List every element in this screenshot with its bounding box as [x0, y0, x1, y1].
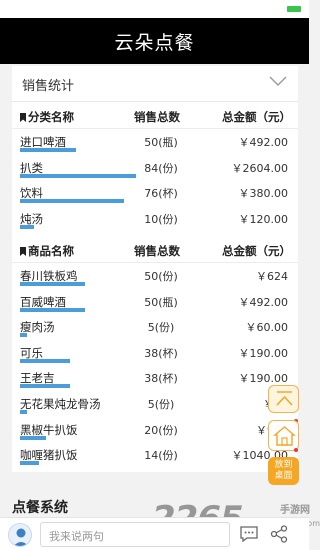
category-qty: 76(杯) — [144, 187, 178, 201]
category-amount: ￥120.00 — [238, 212, 289, 226]
product-qty: 50(瓶) — [144, 295, 178, 309]
product-share-bar — [20, 358, 70, 363]
category-qty: 50(瓶) — [144, 136, 178, 149]
app-title: 云朵点餐 — [114, 31, 195, 54]
product-table-header: 商品名称 销售总数 总金额（元） — [12, 237, 298, 263]
category-share-bar — [20, 148, 76, 152]
comment-placeholder: 我来说两句 — [49, 530, 104, 543]
product-share-bar — [20, 435, 46, 440]
product-row[interactable]: 王老吉 38(杯) ￥190.00 — [12, 367, 298, 392]
product-qty-heading: 销售总数 — [134, 244, 180, 258]
battery-icon — [287, 6, 301, 12]
product-qty: 5(份) — [147, 321, 175, 335]
category-qty: 10(份) — [144, 212, 178, 226]
product-row[interactable]: 瘦肉汤 5(份) ￥60.00 — [12, 316, 298, 341]
product-name-heading: 商品名称 — [20, 243, 74, 259]
product-share-bar — [20, 282, 85, 286]
product-amount: ￥60.00 — [245, 321, 289, 335]
category-share-bar — [20, 173, 136, 178]
product-amount: ￥492.00 — [238, 295, 289, 309]
product-row[interactable]: 春川铁板鸡 50(份) ￥624 — [12, 265, 298, 290]
category-amount-heading: 总金额（元） — [222, 110, 291, 124]
category-share-bar — [20, 199, 124, 204]
category-name-heading: 分类名称 — [20, 109, 74, 125]
category-amount: ￥380.00 — [238, 187, 289, 201]
category-row[interactable]: 进口啤酒 50(瓶) ￥492.00 — [12, 131, 298, 156]
product-amount: ￥190.00 — [238, 346, 289, 360]
home-button[interactable] — [268, 420, 299, 451]
comment-bar: 我来说两句 — [0, 517, 309, 550]
product-share-bar — [20, 410, 27, 414]
add-to-desktop-button[interactable]: 放到桌面 — [268, 457, 299, 485]
sales-stats-header[interactable]: 销售统计 — [12, 66, 298, 102]
product-qty: 38(杯) — [144, 346, 178, 360]
category-row[interactable]: 扒类 84(份) ￥2604.00 — [12, 157, 298, 182]
product-qty: 50(份) — [144, 270, 178, 283]
product-row[interactable]: 可乐 38(杯) ￥190.00 — [12, 342, 298, 367]
product-qty: 14(份) — [144, 449, 178, 463]
notification-dot — [294, 448, 298, 452]
status-bar — [0, 0, 309, 18]
watermark-name: 手游网 — [280, 505, 310, 516]
product-amount-heading: 总金额（元） — [222, 244, 291, 258]
category-qty: 84(份) — [144, 161, 178, 175]
app-header: 云朵点餐 — [0, 18, 309, 64]
avatar[interactable] — [8, 523, 32, 547]
category-qty-heading: 销售总数 — [134, 110, 180, 124]
chevron-down-icon[interactable] — [268, 74, 288, 88]
category-row[interactable]: 炖汤 10(份) ￥120.00 — [12, 208, 298, 233]
category-share-bar — [20, 224, 34, 229]
product-qty: 38(杯) — [144, 372, 178, 386]
bookmark-icon — [20, 113, 26, 122]
product-qty: 5(份) — [147, 398, 175, 411]
add-to-desktop-label: 放到桌面 — [274, 460, 293, 481]
back-to-top-button[interactable] — [268, 385, 299, 413]
product-share-bar — [20, 307, 85, 312]
category-amount: ￥492.00 — [238, 136, 289, 149]
product-row[interactable]: 无花果炖龙骨汤5(份)￥60 — [12, 393, 298, 418]
product-share-bar — [20, 333, 27, 338]
product-qty: 20(份) — [144, 423, 178, 437]
user-avatar-icon — [13, 528, 29, 546]
arrow-up-icon — [276, 391, 293, 406]
category-row[interactable]: 饮料 76(杯) ￥380.00 — [12, 182, 298, 207]
category-table-header: 分类名称 销售总数 总金额（元） — [12, 103, 298, 129]
product-amount: ￥624 — [256, 270, 288, 283]
product-share-bar — [20, 461, 39, 466]
comment-input[interactable]: 我来说两句 — [40, 522, 230, 547]
product-share-bar — [20, 384, 70, 389]
product-name: 无花果炖龙骨汤 — [20, 397, 101, 411]
product-row[interactable]: 咖喱猪扒饭 14(份) ￥1040.00 — [12, 444, 298, 469]
sales-stats-card: 销售统计 分类名称 销售总数 总金额（元） 进口啤酒 50(瓶) ￥492.00 扒类… — [12, 66, 298, 472]
product-amount: ￥190.00 — [238, 372, 289, 386]
share-icon[interactable] — [270, 525, 288, 543]
category-amount: ￥2604.00 — [231, 161, 289, 175]
product-row[interactable]: 百威啤酒 50(瓶) ￥492.00 — [12, 291, 298, 316]
bookmark-icon — [20, 247, 26, 256]
product-row[interactable]: 黑椒牛扒饭20(份)￥940 — [12, 419, 298, 444]
comment-icon[interactable] — [240, 526, 258, 542]
sales-stats-title: 销售统计 — [22, 79, 75, 94]
section-title: 点餐系统 — [12, 500, 68, 516]
